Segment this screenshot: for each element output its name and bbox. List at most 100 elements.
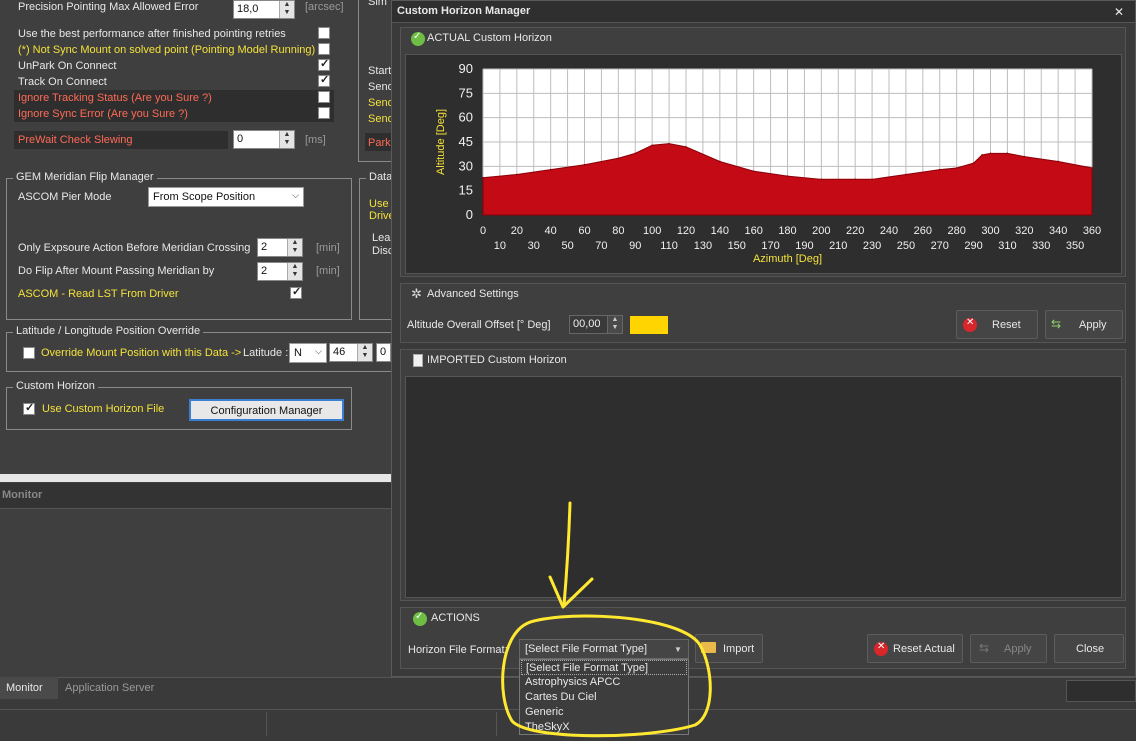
offset-input[interactable]: 00,00 ▲ ▼ <box>569 315 623 334</box>
spinner-arrows-icon[interactable]: ▲ ▼ <box>287 263 302 280</box>
data-point <box>1023 155 1026 158</box>
x-tick-label: 170 <box>761 240 779 252</box>
spinner-arrows-icon[interactable]: ▲ ▼ <box>279 131 294 148</box>
annotation-arrow-shaft <box>562 501 572 607</box>
not-sync-checkbox[interactable] <box>318 43 330 55</box>
data-point <box>981 154 983 156</box>
only-exp-input[interactable]: 2 ▲ ▼ <box>257 238 303 257</box>
monitor-header-bar: Monitor <box>0 483 391 509</box>
override-label: Override Mount Position with this Data -… <box>41 347 242 359</box>
x-tick-label: 60 <box>578 225 590 237</box>
y-tick-label: 0 <box>466 207 473 222</box>
ignore-tracking-checkbox[interactable] <box>318 91 330 103</box>
spinner-arrows-icon[interactable]: ▲ ▼ <box>357 344 372 361</box>
y-tick-label: 75 <box>459 85 473 100</box>
x-tick-label: 360 <box>1083 225 1101 237</box>
prewait-input[interactable]: 0 ▲ ▼ <box>233 130 295 149</box>
data-point <box>955 167 958 169</box>
tab-monitor[interactable]: Monitor <box>0 677 58 699</box>
track-checkbox[interactable] <box>318 73 330 87</box>
x-tick-label: 120 <box>677 225 695 237</box>
send-label-2: Send <box>368 97 394 109</box>
lat-min-input[interactable]: 0 <box>376 343 391 362</box>
spinner-arrows-icon[interactable]: ▲ ▼ <box>607 316 622 333</box>
x-tick-label: 200 <box>812 225 830 237</box>
advanced-header: Advanced Settings <box>427 288 519 300</box>
offset-color-swatch[interactable] <box>630 316 668 334</box>
only-exp-unit: [min] <box>316 242 340 254</box>
best-perf-label: Use the best performance after finished … <box>18 28 286 40</box>
prewait-unit: [ms] <box>305 134 326 146</box>
lat-deg-input[interactable]: 46 ▲ ▼ <box>329 343 373 362</box>
y-tick-label: 60 <box>459 110 473 125</box>
check-circle-icon: ✓ <box>411 31 425 46</box>
x-axis-label: Azimuth [Deg] <box>753 253 822 265</box>
prewait-label: PreWait Check Slewing <box>18 134 133 146</box>
use-horizon-checkbox[interactable] <box>23 401 35 415</box>
send-label: Send <box>368 81 394 93</box>
configuration-manager-button[interactable]: Configuration Manager <box>189 399 344 421</box>
ignore-sync-label: Ignore Sync Error (Are you Sure ?) <box>18 108 188 120</box>
x-tick-label: 250 <box>897 240 915 252</box>
x-tick-label: 230 <box>863 240 881 252</box>
data-point <box>786 175 789 177</box>
reset-icon: ✕ <box>963 317 977 332</box>
annotation-overlay <box>501 501 712 738</box>
x-tick-label: 310 <box>998 240 1016 252</box>
x-tick-label: 330 <box>1032 240 1050 252</box>
read-lst-checkbox[interactable] <box>290 285 302 299</box>
annotation-circle <box>501 614 712 738</box>
advanced-panel: ✲ Advanced Settings Altitude Overall Off… <box>400 283 1126 343</box>
data-point <box>668 142 670 145</box>
document-icon <box>413 354 423 367</box>
data-point <box>1091 167 1093 169</box>
spinner-arrows-icon[interactable]: ▲ ▼ <box>279 1 294 18</box>
x-tick-label: 180 <box>778 225 796 237</box>
use-horizon-label: Use Custom Horizon File <box>42 403 165 415</box>
data-point <box>820 178 823 181</box>
pier-mode-select[interactable]: From Scope Position ⌵ <box>148 187 304 207</box>
unpark-label: UnPark On Connect <box>18 60 117 72</box>
close-button[interactable]: Close <box>1054 634 1124 663</box>
horizon-chart-svg: 0 15 30 45 60 75 90 0 20 40 60 80 100 120 140 160 180 200… <box>435 61 1101 265</box>
offset-label: Altitude Overall Offset [° Deg] <box>407 319 551 331</box>
splitter-bar[interactable] <box>0 474 391 482</box>
imported-header: IMPORTED Custom Horizon <box>427 354 567 366</box>
ignore-sync-checkbox[interactable] <box>318 107 330 119</box>
unpark-checkbox[interactable] <box>318 57 330 71</box>
data-learn-label: Lea <box>372 232 391 244</box>
gem-group-title: GEM Meridian Flip Manager <box>13 171 157 183</box>
best-perf-checkbox[interactable] <box>318 27 330 39</box>
x-tick-label: 70 <box>595 240 607 252</box>
lat-dir-select[interactable]: N ⌵ <box>289 343 327 363</box>
latitude-label: Latitude : <box>243 347 289 359</box>
close-icon[interactable]: ✕ <box>1105 2 1133 22</box>
tab-application-server[interactable]: Application Server <box>65 682 154 694</box>
data-use-label: Use <box>369 198 389 210</box>
data-point <box>516 173 518 176</box>
x-tick-label: 150 <box>728 240 746 252</box>
actions-header: ACTIONS <box>431 612 480 624</box>
ignore-tracking-label: Ignore Tracking Status (Are you Sure ?) <box>18 92 212 104</box>
custom-horizon-group-title: Custom Horizon <box>13 380 98 392</box>
read-lst-label: ASCOM - Read LST From Driver <box>18 288 179 300</box>
x-tick-label: 280 <box>947 225 965 237</box>
reset-actual-button[interactable]: ✕ Reset Actual <box>867 634 963 663</box>
actual-horizon-panel: ✓ ACTUAL Custom Horizon 0 15 30 45 60 75 90 0 20… <box>400 27 1126 277</box>
x-tick-label: 210 <box>829 240 847 252</box>
apply-button[interactable]: ⇆ Apply <box>1045 310 1123 339</box>
data-point <box>1006 152 1009 155</box>
x-tick-label: 20 <box>511 225 523 237</box>
only-exp-label: Only Expsoure Action Before Meridian Cro… <box>18 242 251 254</box>
track-label: Track On Connect <box>18 76 107 88</box>
spinner-arrows-icon[interactable]: ▲ ▼ <box>287 239 302 256</box>
override-checkbox[interactable] <box>23 347 35 359</box>
precision-input[interactable]: 18,0 ▲ ▼ <box>233 0 295 19</box>
apply-actual-button[interactable]: ⇆ Apply <box>970 634 1047 663</box>
apply-icon: ⇆ <box>1051 317 1062 331</box>
do-flip-input[interactable]: 2 ▲ ▼ <box>257 262 303 281</box>
x-tick-label: 0 <box>480 225 486 237</box>
do-flip-unit: [min] <box>316 265 340 277</box>
reset-button[interactable]: ✕ Reset <box>956 310 1038 339</box>
x-tick-label: 100 <box>643 225 661 237</box>
